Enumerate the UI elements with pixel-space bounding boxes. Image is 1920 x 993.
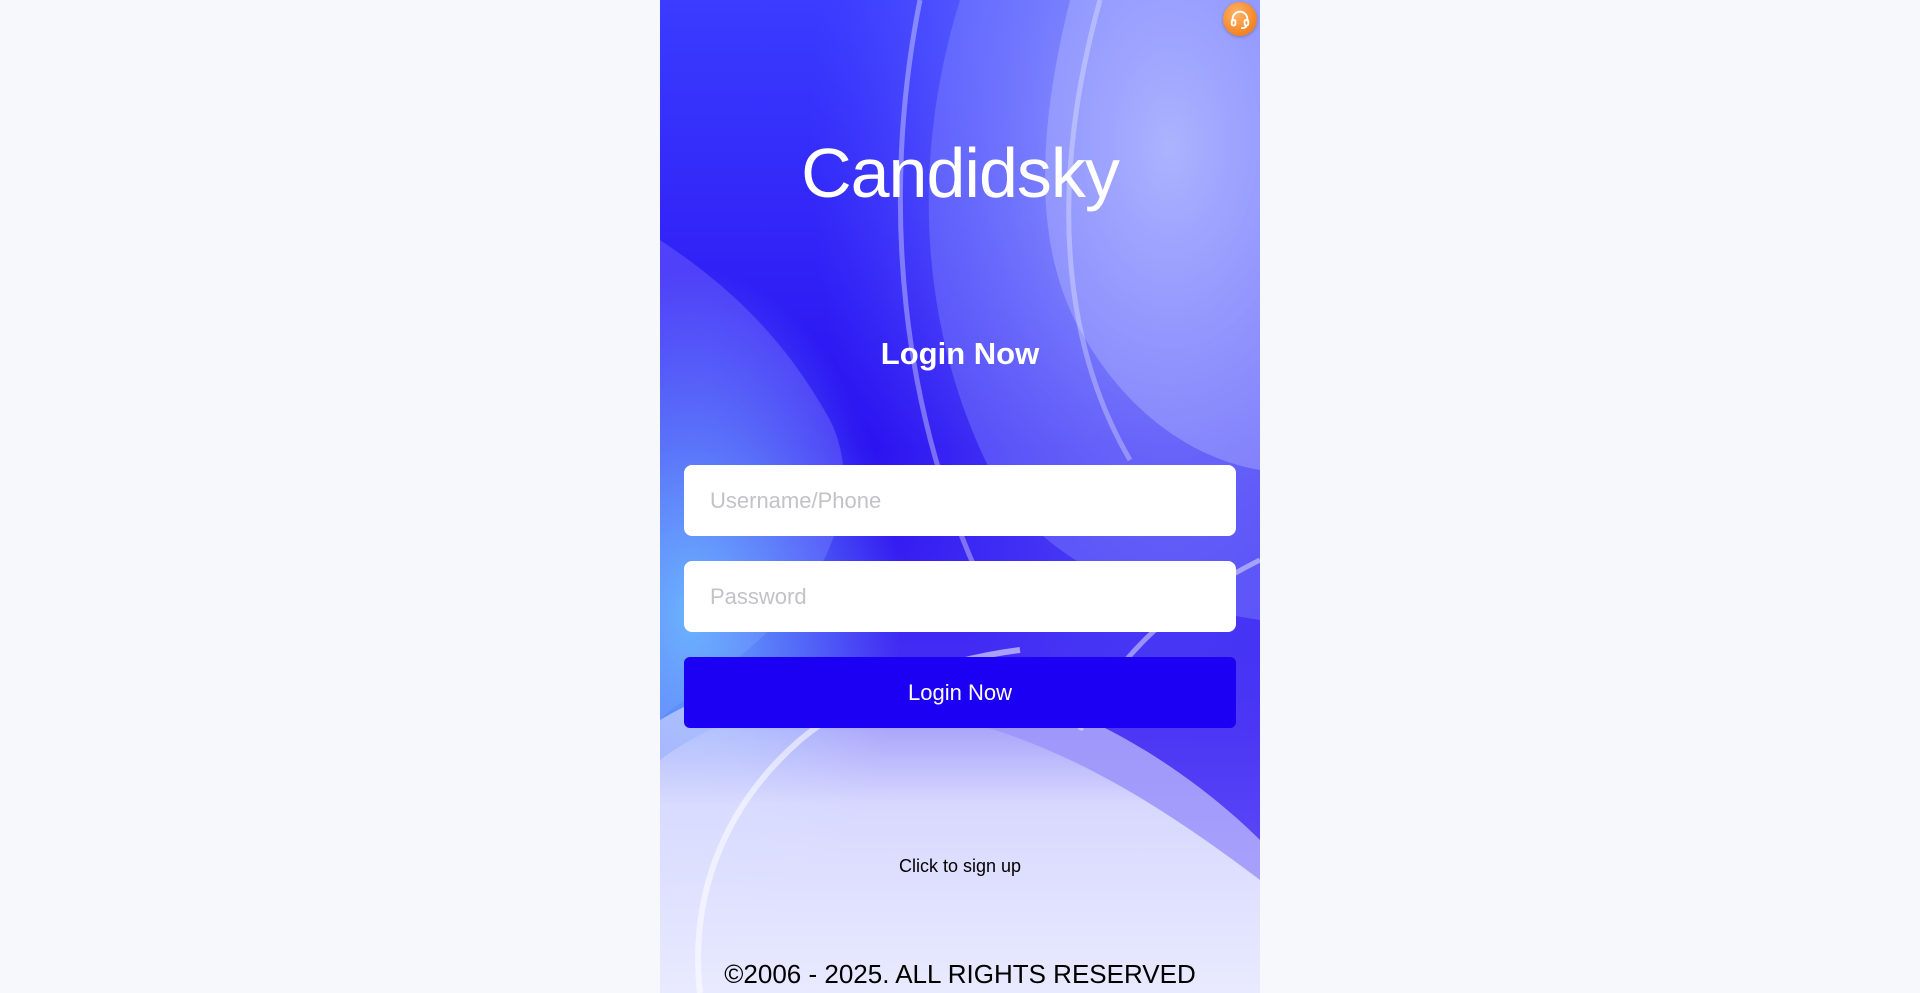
signup-link[interactable]: Click to sign up bbox=[660, 854, 1260, 878]
login-button[interactable]: Login Now bbox=[684, 657, 1236, 728]
brand-logo: Candidsky bbox=[801, 134, 1120, 212]
login-panel: Candidsky Login Now Login Now Click to s… bbox=[660, 0, 1260, 993]
copyright-text: ©2006 - 2025. ALL RIGHTS RESERVED bbox=[724, 959, 1196, 989]
headset-icon bbox=[1230, 10, 1250, 30]
username-input[interactable] bbox=[684, 465, 1236, 536]
login-heading: Login Now bbox=[880, 336, 1040, 371]
password-input[interactable] bbox=[684, 561, 1236, 632]
support-button[interactable] bbox=[1223, 2, 1257, 36]
